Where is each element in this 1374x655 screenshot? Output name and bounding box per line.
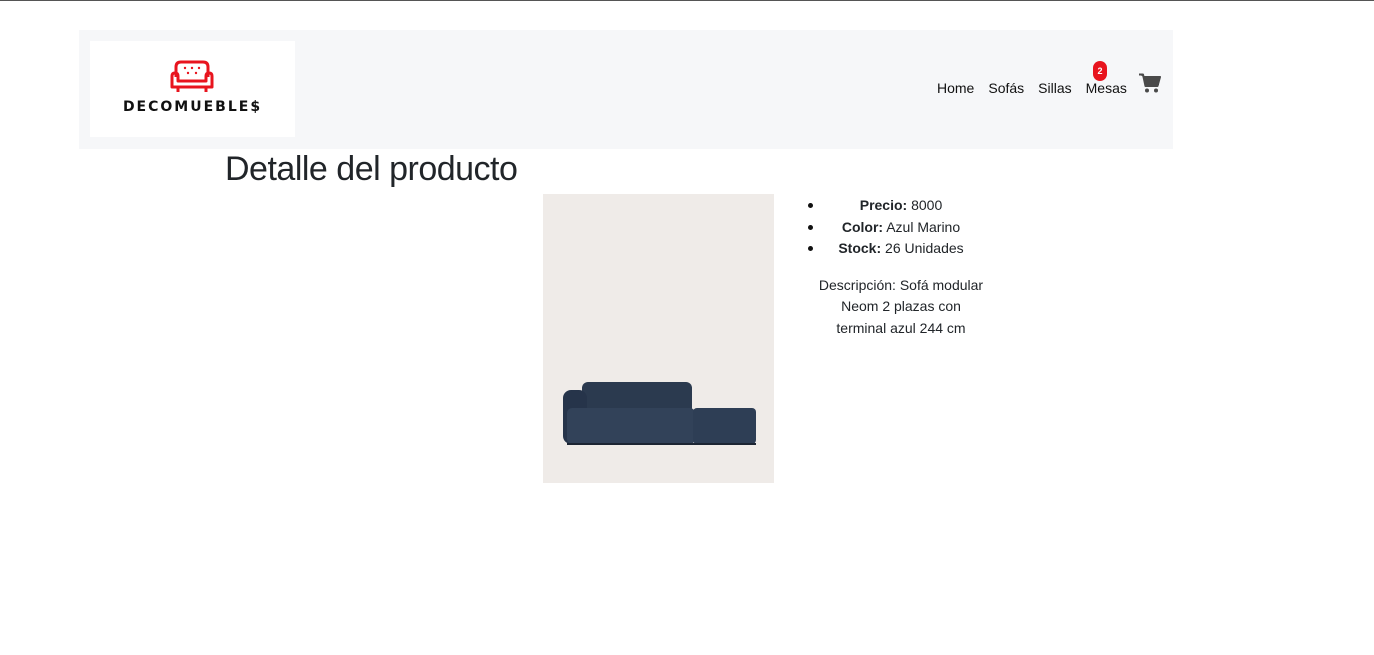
nav-sillas[interactable]: Sillas bbox=[1038, 80, 1071, 96]
nav-home[interactable]: Home bbox=[937, 80, 974, 96]
cart-count-badge: 2 bbox=[1093, 61, 1107, 81]
color-label: Color: bbox=[841, 218, 884, 235]
sofa-product-image bbox=[563, 382, 756, 445]
nav-mesas[interactable]: Mesas bbox=[1086, 80, 1127, 96]
product-details: Precio: 8000 Color: Azul Marino Stock: 2… bbox=[804, 195, 998, 339]
price-item: Precio: 8000 bbox=[804, 195, 998, 217]
top-border bbox=[0, 0, 1374, 1]
stock-label: Stock: bbox=[838, 240, 882, 256]
page-title: Detalle del producto bbox=[225, 150, 518, 188]
product-attributes: Precio: 8000 Color: Azul Marino Stock: 2… bbox=[804, 195, 998, 260]
logo[interactable]: DECOMUEBLE$ bbox=[90, 41, 295, 137]
product-image bbox=[543, 194, 774, 483]
logo-text: DECOMUEBLE$ bbox=[122, 99, 263, 115]
sofa-icon bbox=[170, 60, 214, 92]
price-value: 8000 bbox=[911, 197, 943, 213]
nav-links: Home Sofás Sillas Mesas bbox=[937, 80, 1141, 96]
stock-value: 26 Unidades bbox=[885, 240, 964, 256]
cart-button[interactable] bbox=[1139, 73, 1163, 95]
price-label: Precio: bbox=[859, 197, 908, 213]
product-description: Descripción: Sofá modular Neom 2 plazas … bbox=[818, 276, 984, 336]
color-item: Color: Azul Marino bbox=[804, 217, 998, 239]
stock-item: Stock: 26 Unidades bbox=[804, 238, 998, 260]
cart-icon bbox=[1139, 73, 1161, 93]
navbar: DECOMUEBLE$ Home Sofás Sillas Mesas 2 bbox=[79, 30, 1173, 149]
color-value: Azul Marino bbox=[886, 218, 961, 235]
nav-sofas[interactable]: Sofás bbox=[988, 80, 1024, 96]
